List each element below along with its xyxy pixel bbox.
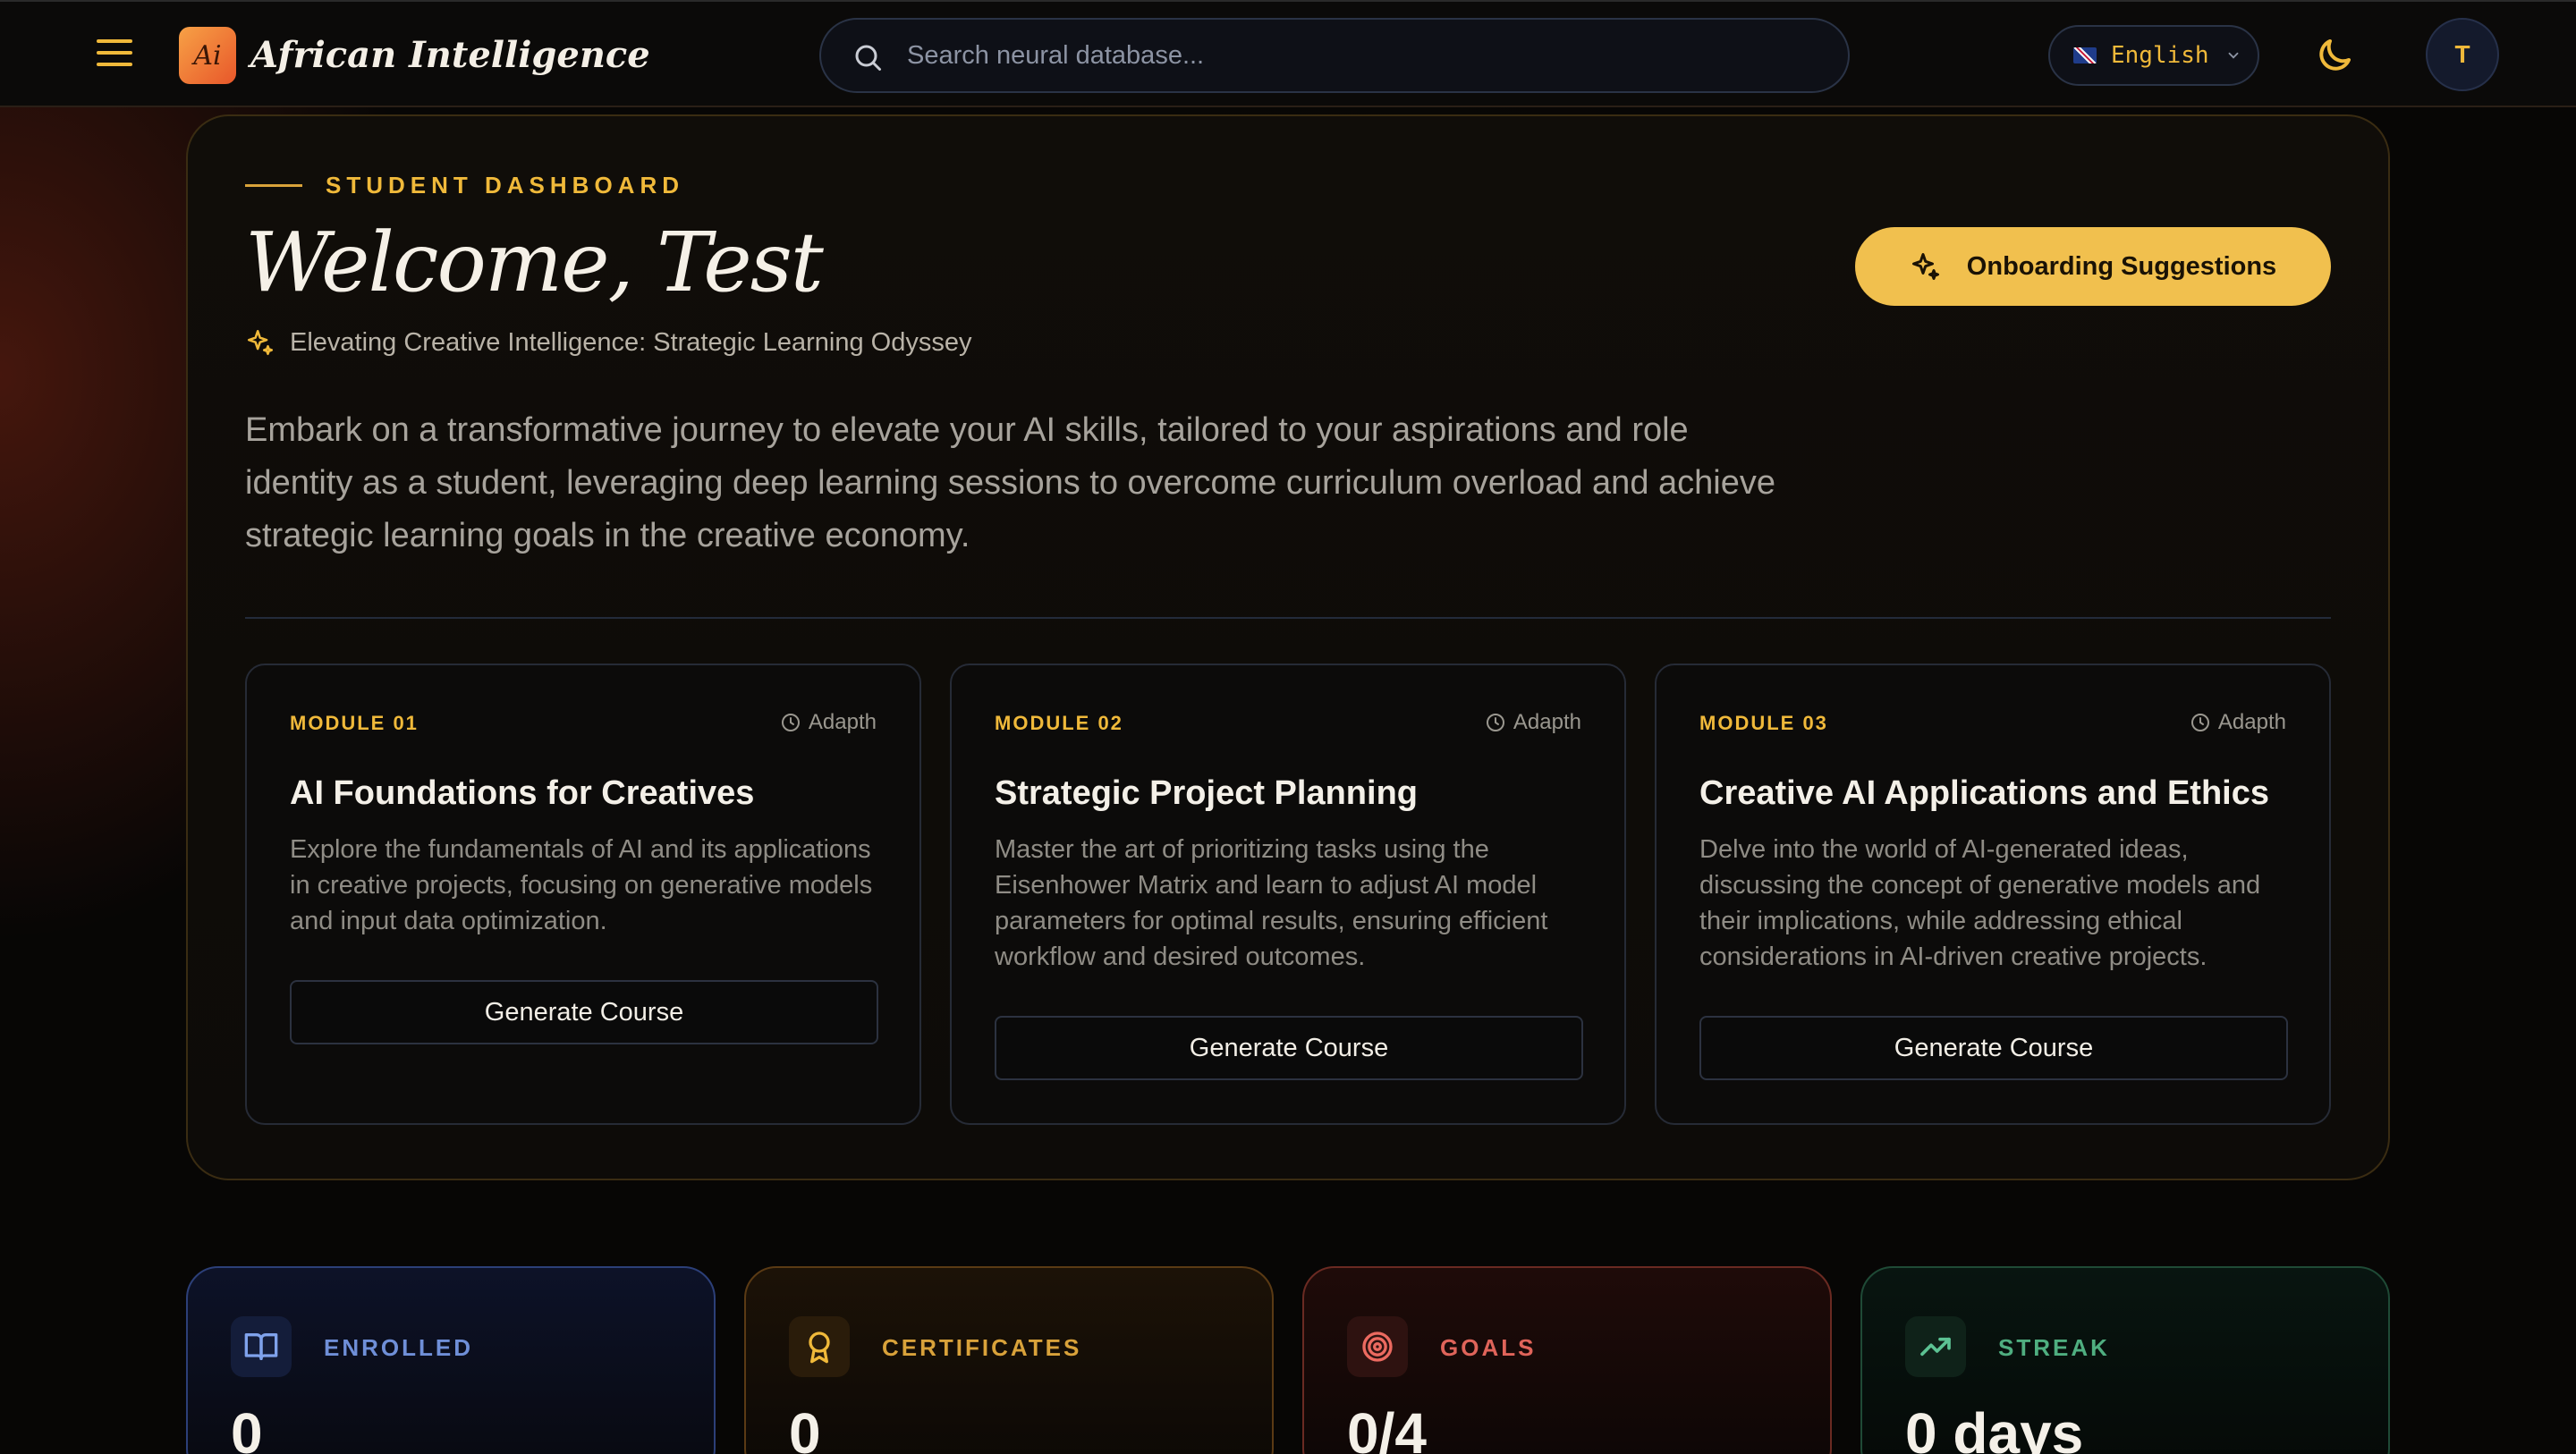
language-label: English: [2111, 42, 2209, 69]
module-card: MODULE 03 Adapth Creative AI Application…: [1655, 664, 2331, 1125]
award-icon: [809, 1331, 830, 1364]
stat-card-certificates[interactable]: CERTIFICATES 0: [744, 1266, 1274, 1454]
hero-description: Embark on a transformative journey to el…: [245, 411, 1775, 554]
module-number: MODULE 03: [1699, 712, 1828, 734]
generate-course-button[interactable]: Generate Course: [995, 1016, 1583, 1080]
module-title: Creative AI Applications and Ethics: [1699, 774, 2270, 812]
stat-value: 0: [789, 1401, 821, 1454]
page-title: Welcome, Test: [245, 215, 824, 310]
module-description: Delve into the world of AI-generated ide…: [1699, 835, 2261, 971]
stat-icon-box: [1905, 1316, 1966, 1377]
search-input[interactable]: [907, 20, 1801, 91]
welcome-card: STUDENT DASHBOARD Welcome, Test Elevatin…: [186, 114, 2390, 1180]
generate-course-button[interactable]: Generate Course: [290, 980, 878, 1044]
moon-icon[interactable]: [2313, 34, 2356, 77]
generate-course-button[interactable]: Generate Course: [1699, 1016, 2288, 1080]
top-navbar: Ai African Intelligence English T: [0, 0, 2576, 107]
module-number: MODULE 01: [290, 712, 419, 734]
stat-value: 0 days: [1905, 1401, 2084, 1454]
stat-value: 0: [231, 1401, 263, 1454]
clock-icon: [1486, 714, 1504, 731]
uk-flag-icon: [2073, 47, 2097, 63]
logo-icon[interactable]: Ai: [179, 27, 236, 84]
stat-icon-box: [789, 1316, 850, 1377]
module-tag-label: Adapth: [808, 710, 877, 734]
book-open-icon: [244, 1333, 278, 1360]
stat-label: CERTIFICATES: [882, 1334, 1082, 1361]
search-bar[interactable]: [819, 18, 1850, 93]
sparkles-icon: [247, 329, 274, 356]
brand-name[interactable]: African Intelligence: [250, 29, 650, 82]
onboarding-suggestions-button[interactable]: Onboarding Suggestions: [1855, 227, 2331, 306]
stat-label: ENROLLED: [324, 1334, 473, 1361]
module-card: MODULE 02 Adapth Strategic Project Plann…: [950, 664, 1626, 1125]
stat-card-enrolled[interactable]: ENROLLED 0: [186, 1266, 716, 1454]
language-selector[interactable]: English: [2048, 25, 2259, 86]
clock-icon: [781, 714, 800, 731]
module-title: AI Foundations for Creatives: [290, 774, 755, 812]
chevron-down-icon: [2228, 52, 2239, 59]
avatar[interactable]: T: [2426, 18, 2499, 91]
eyebrow-text: STUDENT DASHBOARD: [326, 172, 684, 199]
stat-icon-box: [231, 1316, 292, 1377]
eyebrow-line: [245, 184, 302, 187]
stat-label: STREAK: [1998, 1334, 2110, 1361]
module-title: Strategic Project Planning: [995, 774, 1418, 812]
eyebrow: STUDENT DASHBOARD: [245, 172, 684, 199]
target-icon: [1362, 1331, 1393, 1362]
stat-card-streak[interactable]: STREAK 0 days: [1860, 1266, 2390, 1454]
module-tag: Adapth: [2190, 710, 2286, 735]
tagline: Elevating Creative Intelligence: Strateg…: [245, 327, 971, 358]
search-icon: [855, 45, 881, 71]
module-description: Explore the fundamentals of AI and its a…: [290, 835, 873, 935]
tagline-text: Elevating Creative Intelligence: Strateg…: [290, 327, 972, 357]
sparkles-icon: [1911, 253, 1939, 280]
module-card: MODULE 01 Adapth AI Foundations for Crea…: [245, 664, 921, 1125]
module-number: MODULE 02: [995, 712, 1123, 734]
divider: [245, 617, 2331, 619]
onboarding-button-label: Onboarding Suggestions: [1966, 251, 2277, 281]
module-tag: Adapth: [1485, 710, 1581, 735]
module-tag-label: Adapth: [2217, 710, 2286, 734]
stat-icon-box: [1347, 1316, 1408, 1377]
trending-up-icon: [1920, 1337, 1951, 1357]
module-tag: Adapth: [780, 710, 877, 735]
stat-value: 0/4: [1347, 1401, 1427, 1454]
module-description: Master the art of prioritizing tasks usi…: [995, 835, 1548, 971]
stat-card-goals[interactable]: GOALS 0/4: [1302, 1266, 1832, 1454]
module-tag-label: Adapth: [1513, 710, 1581, 734]
stat-label: GOALS: [1440, 1334, 1537, 1361]
menu-icon[interactable]: [97, 39, 132, 70]
clock-icon: [2190, 714, 2209, 731]
